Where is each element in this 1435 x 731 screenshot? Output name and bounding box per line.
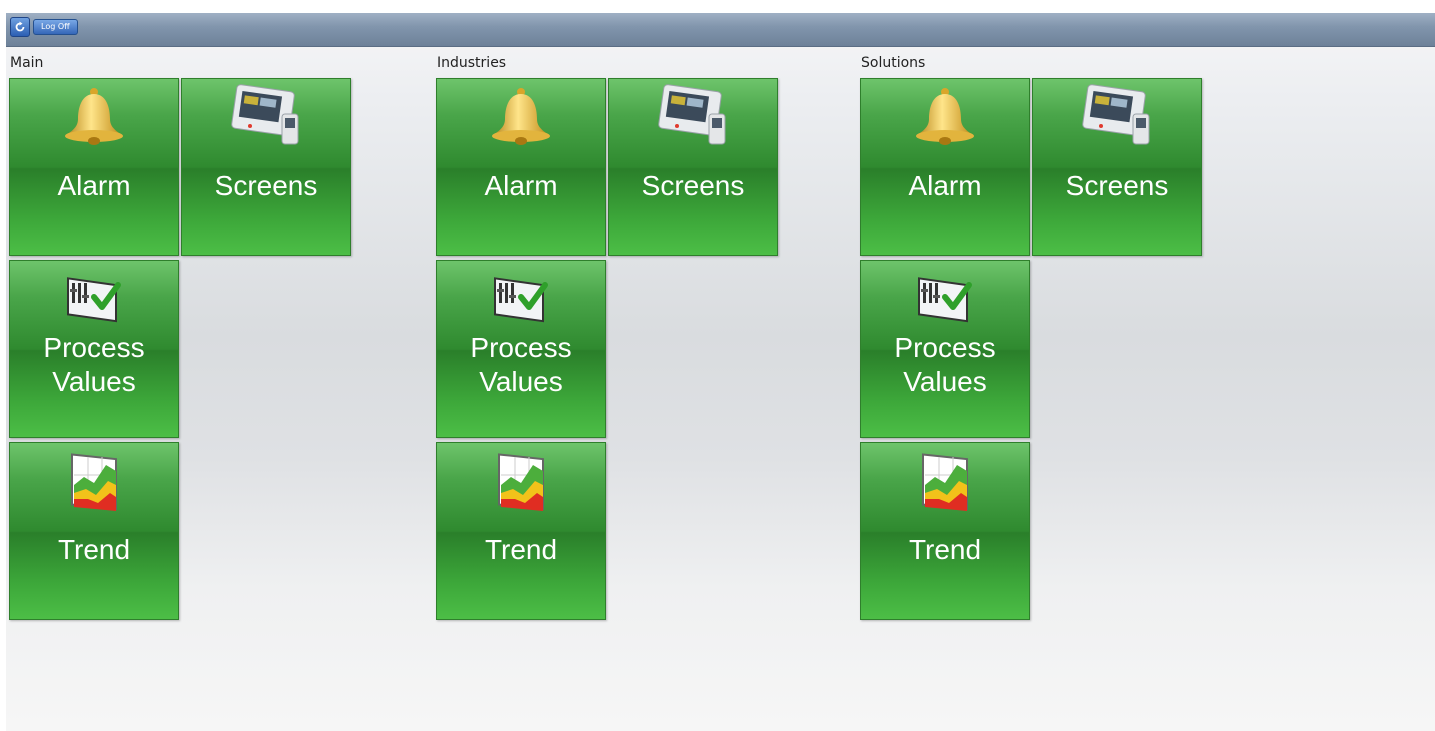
tile-label: Trend xyxy=(57,534,131,565)
group-label-main: Main xyxy=(10,55,44,71)
process-values-icon xyxy=(861,267,1029,331)
tile-label: Alarm xyxy=(57,170,131,201)
tile-label: Screens xyxy=(214,170,318,201)
bell-icon xyxy=(10,85,178,149)
tile-label: Alarm xyxy=(908,170,982,201)
refresh-button[interactable] xyxy=(10,17,30,37)
tile-label-line1: Process xyxy=(470,332,572,363)
tile-label: Alarm xyxy=(484,170,558,201)
hmi-panel-icon xyxy=(609,84,777,149)
tile-label-line2: Values xyxy=(479,366,563,397)
tile-process-values-main[interactable]: Process Values xyxy=(9,260,179,438)
tile-alarm-solutions[interactable]: Alarm xyxy=(860,78,1030,256)
tile-trend-main[interactable]: Trend xyxy=(9,442,179,620)
tile-process-values-industries[interactable]: Process Values xyxy=(436,260,606,438)
process-values-icon xyxy=(437,267,605,331)
tile-screens-industries[interactable]: Screens xyxy=(608,78,778,256)
trend-chart-icon xyxy=(861,449,1029,513)
trend-chart-icon xyxy=(437,449,605,513)
refresh-icon xyxy=(15,21,25,32)
tile-screens-solutions[interactable]: Screens xyxy=(1032,78,1202,256)
hmi-panel-icon xyxy=(1033,84,1201,149)
bell-icon xyxy=(861,85,1029,149)
hmi-panel-icon xyxy=(182,84,350,149)
tile-label: Process Values xyxy=(10,331,178,399)
tile-label: Process Values xyxy=(437,331,605,399)
trend-chart-icon xyxy=(10,449,178,513)
app-frame: Log Off Main Alarm Screens Process Value… xyxy=(6,13,1435,731)
tile-label-line2: Values xyxy=(52,366,136,397)
tile-label-line1: Process xyxy=(894,332,996,363)
bell-icon xyxy=(437,85,605,149)
tile-label: Screens xyxy=(641,170,745,201)
tile-trend-industries[interactable]: Trend xyxy=(436,442,606,620)
group-label-solutions: Solutions xyxy=(861,55,926,71)
tile-label: Trend xyxy=(484,534,558,565)
tile-process-values-solutions[interactable]: Process Values xyxy=(860,260,1030,438)
tile-label-line1: Process xyxy=(43,332,145,363)
top-toolbar: Log Off xyxy=(6,13,1435,47)
tile-label-line2: Values xyxy=(903,366,987,397)
tile-label: Screens xyxy=(1065,170,1169,201)
tile-label: Trend xyxy=(908,534,982,565)
tile-label: Process Values xyxy=(861,331,1029,399)
tile-alarm-main[interactable]: Alarm xyxy=(9,78,179,256)
logoff-button[interactable]: Log Off xyxy=(33,19,78,35)
process-values-icon xyxy=(10,267,178,331)
tile-alarm-industries[interactable]: Alarm xyxy=(436,78,606,256)
group-label-industries: Industries xyxy=(437,55,507,71)
tile-trend-solutions[interactable]: Trend xyxy=(860,442,1030,620)
tile-screens-main[interactable]: Screens xyxy=(181,78,351,256)
